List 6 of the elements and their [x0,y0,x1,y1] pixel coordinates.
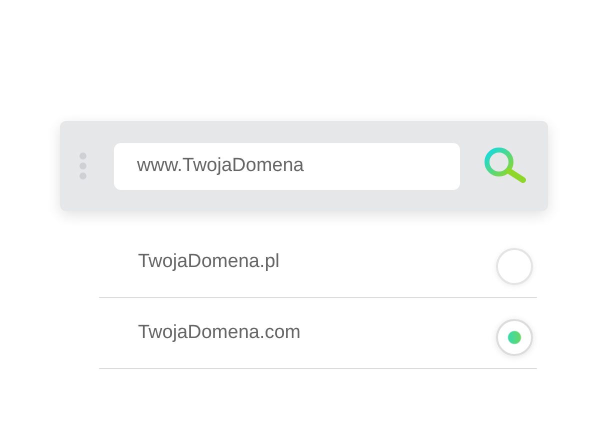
domain-name: TwojaDomena.pl [138,251,280,273]
search-field[interactable]: www.TwojaDomena [114,142,460,190]
radio-button[interactable] [496,248,533,284]
search-icon[interactable] [484,147,528,185]
radio-button[interactable] [496,318,533,356]
domain-name: TwojaDomena.com [138,322,301,344]
